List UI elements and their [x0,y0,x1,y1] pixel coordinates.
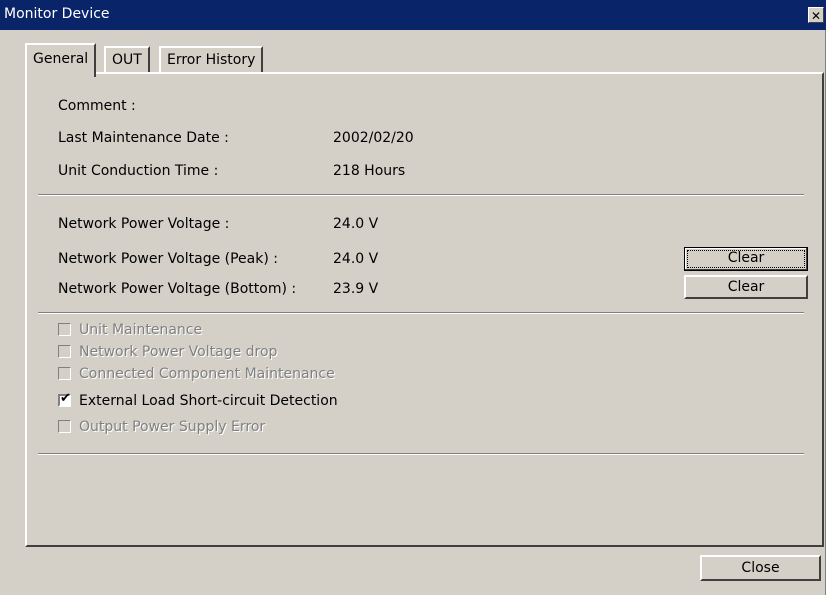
separator [38,453,804,455]
peak-voltage-label: Network Power Voltage (Peak) : [58,251,278,267]
checkbox-box[interactable] [58,323,71,336]
close-icon[interactable]: ✕ [808,7,824,23]
checkbox-label: Connected Component Maintenance [79,366,335,382]
network-voltage-label: Network Power Voltage : [58,216,230,232]
checkbox-label: Output Power Supply Error [79,419,266,435]
checkbox-connected-component-maintenance[interactable]: Connected Component Maintenance [58,366,335,386]
checkbox-box[interactable] [58,420,71,433]
checkbox-box[interactable] [58,345,71,358]
last-maintenance-value: 2002/02/20 [333,130,414,146]
network-voltage-value: 24.0 V [333,216,379,232]
checkbox-label: Unit Maintenance [79,322,203,338]
tab-general[interactable]: General [25,43,97,77]
peak-voltage-value: 24.0 V [333,251,379,267]
separator [38,312,804,314]
title-bar[interactable]: Monitor Device ✕ [0,0,826,30]
checkbox-label: Network Power Voltage drop [79,344,278,360]
conduction-time-label: Unit Conduction Time : [58,163,219,179]
general-tab-panel: Comment : Last Maintenance Date : 2002/0… [25,72,824,547]
monitor-device-dialog: Monitor Device ✕ General OUT Error Histo… [0,0,826,595]
checkmark-icon: ✔ [60,391,71,406]
clear-peak-button[interactable]: Clear [684,247,808,271]
clear-bottom-button[interactable]: Clear [684,275,808,299]
checkbox-label: External Load Short-circuit Detection [79,393,338,409]
tab-out[interactable]: OUT [104,46,150,74]
tab-error-history[interactable]: Error History [159,46,264,74]
checkbox-external-load-short-circuit[interactable]: ✔ External Load Short-circuit Detection [58,391,338,413]
checkbox-unit-maintenance[interactable]: Unit Maintenance [58,322,202,342]
checkbox-box[interactable] [58,367,71,380]
bottom-voltage-label: Network Power Voltage (Bottom) : [58,281,297,297]
bottom-voltage-value: 23.9 V [333,281,379,297]
comment-label: Comment : [58,98,136,114]
separator [38,194,804,196]
close-button[interactable]: Close [700,555,821,581]
last-maintenance-label: Last Maintenance Date : [58,130,229,146]
checkbox-output-power-supply-error[interactable]: Output Power Supply Error [58,419,265,439]
window-title: Monitor Device [4,6,110,22]
conduction-time-value: 218 Hours [333,163,406,179]
checkbox-box[interactable]: ✔ [58,391,71,407]
checkbox-network-voltage-drop[interactable]: Network Power Voltage drop [58,344,277,364]
